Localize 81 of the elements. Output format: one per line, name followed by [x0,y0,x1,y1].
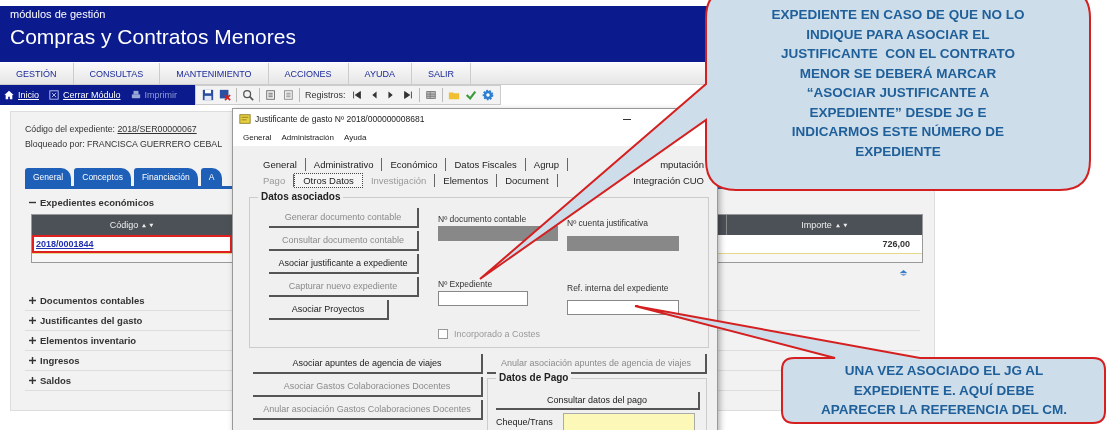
callout-text: EXPEDIENTE EN CASO DE QUE NO LO INDIQUE PARA ASOCIAR EL JUSTIFICANTE CON EL CONTRATO MENOR SE DEBERÁ MARCAR “ASOCIAR JUSTIFICANTE A EXPEDIENTE” DESDE JG E INDICARMOS ESTE NÚMERO DE EXPEDIENTE [770,6,1026,161]
toolbar-link[interactable]: Inicio [4,90,39,100]
header-subtitle: módulos de gestión [10,8,106,20]
input-field[interactable] [438,290,528,306]
tab[interactable]: A [200,168,223,186]
menu-item[interactable]: Ayuda [343,133,367,142]
section-toggle[interactable]: Documentos contables [40,295,145,306]
minimize-button[interactable] [623,118,631,120]
group-title: Datos de Pago [496,372,572,383]
search-icon[interactable] [242,89,254,101]
printer-icon [130,90,141,100]
expand-icon[interactable] [29,377,36,384]
first-record-icon[interactable] [350,89,363,101]
tab[interactable]: General [255,157,306,171]
group-title: Datos asociados [258,191,344,202]
section-toggle[interactable]: Elementos inventario [40,335,137,346]
tab[interactable]: Elementos [435,173,498,187]
checkmark-icon[interactable] [464,89,477,101]
document-icon[interactable] [265,89,277,101]
expand-icon[interactable] [29,297,36,304]
last-record-icon[interactable] [401,89,414,101]
field-label: Ref. interna del expediente [567,281,669,295]
tab[interactable]: Económico [382,157,447,171]
tab[interactable]: Integración CUO [631,173,706,187]
app-title: Compras y Contratos Menores [10,25,296,49]
save-icon[interactable] [202,89,214,101]
grid-icon[interactable] [424,89,437,101]
tab[interactable]: Conceptos [74,168,131,186]
callout-text: UNA VEZ ASOCIADO EL JG AL EXPEDIENTE E. AQUÍ DEBE APARECER LA REFERENCIA DEL CM. [820,362,1068,419]
document-icon[interactable] [282,89,294,101]
action-button[interactable]: Consultar datos del pago [496,392,700,410]
sort-arrows-icon[interactable] [142,222,155,228]
field-label: Nº documento contable [438,214,527,224]
tab[interactable]: Administrativo [305,157,383,171]
sort-arrows-icon[interactable] [835,222,848,228]
action-button[interactable]: Asociar Proyectos [269,300,389,320]
table-cell-text: 726,00 [881,238,911,251]
section-toggle[interactable]: Justificantes del gasto [40,315,143,326]
export-icon[interactable] [899,269,908,277]
action-button[interactable]: Asociar apuntes de agencia de viajes [253,354,483,374]
dialog-title: Justificante de gasto Nº 2018/000000008681 [255,114,425,124]
column-header[interactable]: Importe [801,220,832,230]
section-toggle[interactable]: Saldos [40,375,72,386]
field-label: Nº Expediente [438,278,493,289]
note-icon [239,113,251,125]
menu-item[interactable]: AYUDA [348,63,412,84]
tab[interactable]: Otros Datos [294,172,363,188]
tab[interactable]: General [25,168,72,186]
collapse-icon[interactable] [29,199,36,206]
expand-icon[interactable] [29,337,36,344]
menu-item[interactable]: ACCIONES [268,63,349,84]
input-field[interactable] [567,300,679,315]
section-toggle[interactable]: Ingresos [40,355,80,366]
expand-icon[interactable] [29,357,36,364]
column-header[interactable]: Código [109,220,139,230]
field-label: Nº cuenta justificativa [567,217,649,230]
menu-item[interactable]: General [243,133,272,142]
records-label: Registros: [305,90,346,100]
tab[interactable]: mputación [658,157,706,171]
tab[interactable]: Agrup [525,157,569,171]
tab[interactable]: Financiación [133,168,198,186]
section-toggle[interactable]: Expedientes económicos [40,197,155,208]
menu-item[interactable]: CONSULTAS [73,63,161,84]
field-label: Cheque/Trans [496,417,553,427]
table-cell-link[interactable]: 2018/0001844 [32,235,232,253]
home-icon [4,90,14,100]
input-field[interactable] [562,413,695,430]
gear-icon[interactable] [481,89,494,101]
delete-icon[interactable] [219,89,231,101]
tab[interactable]: Document [497,173,558,187]
record-locked-line: Bloqueado por: FRANCISCA GUERRERO CEBAL [25,138,223,151]
record-code-line: Código del expediente: 2018/SER00000067 [25,123,197,136]
toolbar-link[interactable]: Cerrar Módulo [49,90,121,100]
menu-item[interactable]: MANTENIMIENTO [160,63,269,84]
action-button[interactable]: Asociar justificante a expediente [269,254,419,274]
menu-item[interactable]: Administración [281,133,334,142]
menu-item[interactable]: SALIR [411,63,471,84]
menu-item[interactable]: GESTIÓN [0,63,74,84]
tab[interactable]: Datos Fiscales [446,157,526,171]
expand-icon[interactable] [29,317,36,324]
close-icon [49,90,59,100]
